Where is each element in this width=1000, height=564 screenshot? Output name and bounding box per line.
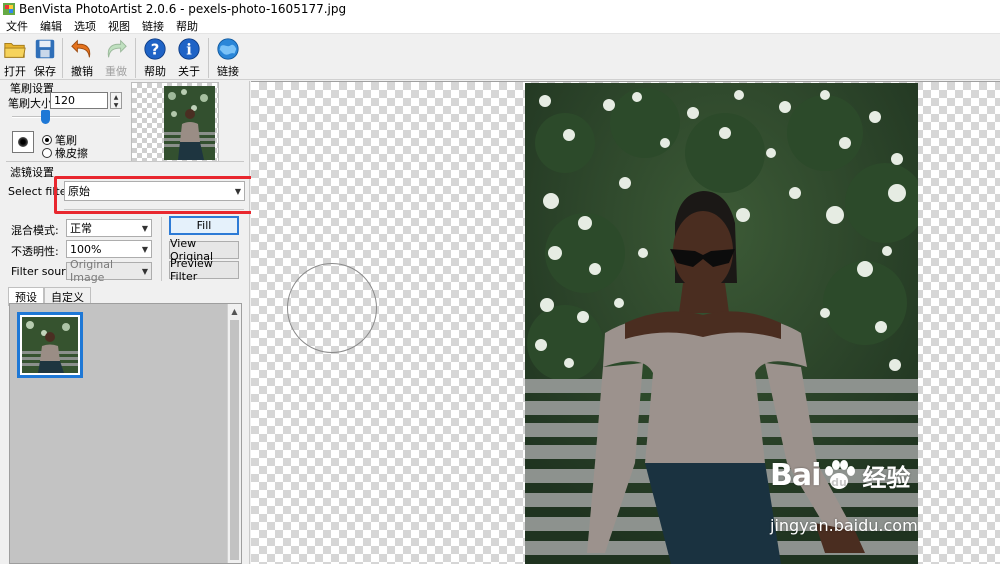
info-icon: i [178, 38, 200, 60]
section-divider [6, 161, 244, 162]
toolbar-separator [62, 38, 63, 78]
window-title: BenVista PhotoArtist 2.0.6 - pexels-phot… [19, 2, 347, 16]
chevron-down-icon: ▼ [141, 223, 148, 233]
radio-checked-icon[interactable] [42, 135, 52, 145]
menu-view[interactable]: 视图 [102, 18, 136, 34]
folder-open-icon [4, 43, 26, 58]
menu-link[interactable]: 链接 [136, 18, 170, 34]
filter-source-dropdown[interactable]: Original Image ▼ [66, 258, 152, 284]
menu-file[interactable]: 文件 [0, 18, 34, 34]
preset-scrollbar[interactable]: ▲ [227, 304, 241, 563]
link-button[interactable]: 链接 [211, 35, 245, 79]
globe-icon [217, 38, 239, 60]
eraser-mode-radio[interactable]: 橡皮擦 [42, 145, 88, 161]
toolbar: 打开 保存 撤销 重做 ? 帮助 i 关于 链接 [0, 35, 1000, 80]
menu-edit[interactable]: 编辑 [34, 18, 68, 34]
red-highlight-box [54, 176, 262, 214]
paw-icon: du [825, 459, 856, 489]
link-label: 链接 [217, 65, 239, 78]
about-label: 关于 [178, 65, 200, 78]
save-button[interactable]: 保存 [30, 35, 60, 79]
photo-thumbnail-image [164, 86, 215, 160]
preset-photo-image [22, 317, 78, 373]
toolbar-separator [135, 38, 136, 78]
svg-text:du: du [832, 476, 848, 489]
brush-settings-label: 笔刷设置 [10, 82, 54, 95]
watermark-product: 经验 [862, 464, 911, 492]
filter-settings-label: 滤镜设置 [10, 166, 54, 179]
eraser-mode-label: 橡皮擦 [55, 147, 88, 160]
fill-button[interactable]: Fill [169, 216, 239, 235]
watermark-url: jingyan.baidu.com [770, 516, 918, 535]
opacity-value: 100% [70, 242, 102, 256]
redo-arrow-icon [107, 39, 127, 58]
preset-list: ▲ [9, 303, 242, 564]
help-button[interactable]: ? 帮助 [138, 35, 172, 79]
opacity-label: 不透明性: [11, 245, 59, 258]
undo-button[interactable]: 撤销 [65, 35, 99, 79]
spinner-down-icon[interactable]: ▼ [111, 101, 121, 109]
brush-size-input[interactable]: 120 [50, 92, 108, 109]
title-bar: BenVista PhotoArtist 2.0.6 - pexels-phot… [0, 0, 1000, 18]
watermark-logo: Bai du 经验 [770, 458, 910, 493]
open-label: 打开 [4, 65, 26, 78]
radio-unchecked-icon[interactable] [42, 148, 52, 158]
save-label: 保存 [34, 65, 56, 78]
photo-thumbnail [164, 86, 215, 160]
baidu-jingyan-watermark: Bai du 经验 jingyan.baidu.com [770, 458, 990, 543]
settings-panel: 笔刷设置 笔刷大小: 120 ▲ ▼ 笔刷 橡皮擦 滤镜设置 Select fi… [0, 81, 262, 564]
svg-text:i: i [186, 42, 192, 59]
brush-size-label: 笔刷大小: [8, 97, 56, 110]
open-button[interactable]: 打开 [0, 35, 30, 79]
undo-arrow-icon [71, 39, 91, 58]
preset-thumbnail-selected[interactable] [17, 312, 83, 378]
preset-photo [22, 317, 78, 373]
scroll-up-icon[interactable]: ▲ [228, 304, 241, 318]
menu-help[interactable]: 帮助 [170, 18, 204, 34]
chevron-down-icon: ▼ [141, 244, 148, 254]
about-button[interactable]: i 关于 [172, 35, 206, 79]
blend-mode-dropdown[interactable]: 正常 ▼ [66, 219, 152, 237]
help-question-icon: ? [144, 38, 166, 60]
blend-mode-label: 混合模式: [11, 224, 59, 237]
undo-label: 撤销 [71, 65, 93, 78]
brush-size-spinner[interactable]: ▲ ▼ [110, 92, 122, 109]
blend-mode-value: 正常 [70, 222, 92, 235]
opacity-dropdown[interactable]: 100% ▼ [66, 240, 152, 258]
scrollbar-thumb[interactable] [230, 320, 239, 560]
brush-size-slider[interactable] [12, 116, 120, 118]
menu-bar: 文件 编辑 选项 视图 链接 帮助 [0, 18, 1000, 34]
help-label: 帮助 [144, 65, 166, 78]
brush-cursor-circle [287, 263, 377, 353]
chevron-down-icon: ▼ [141, 266, 148, 276]
app-icon [3, 3, 15, 15]
brush-preview [12, 131, 34, 153]
menu-options[interactable]: 选项 [68, 18, 102, 34]
toolbar-separator [208, 38, 209, 78]
filter-source-value: Original Image [70, 258, 114, 284]
preview-filter-button[interactable]: Preview Filter [169, 257, 239, 283]
watermark-brand: Bai [770, 458, 821, 493]
redo-button[interactable]: 重做 [99, 35, 133, 79]
vertical-divider [161, 217, 162, 281]
svg-text:?: ? [151, 42, 160, 59]
spinner-up-icon[interactable]: ▲ [111, 93, 121, 101]
floppy-disk-icon [35, 39, 55, 59]
redo-label: 重做 [105, 65, 127, 78]
brush-size-slider-thumb[interactable] [41, 110, 50, 124]
brush-dot-icon [18, 137, 28, 147]
